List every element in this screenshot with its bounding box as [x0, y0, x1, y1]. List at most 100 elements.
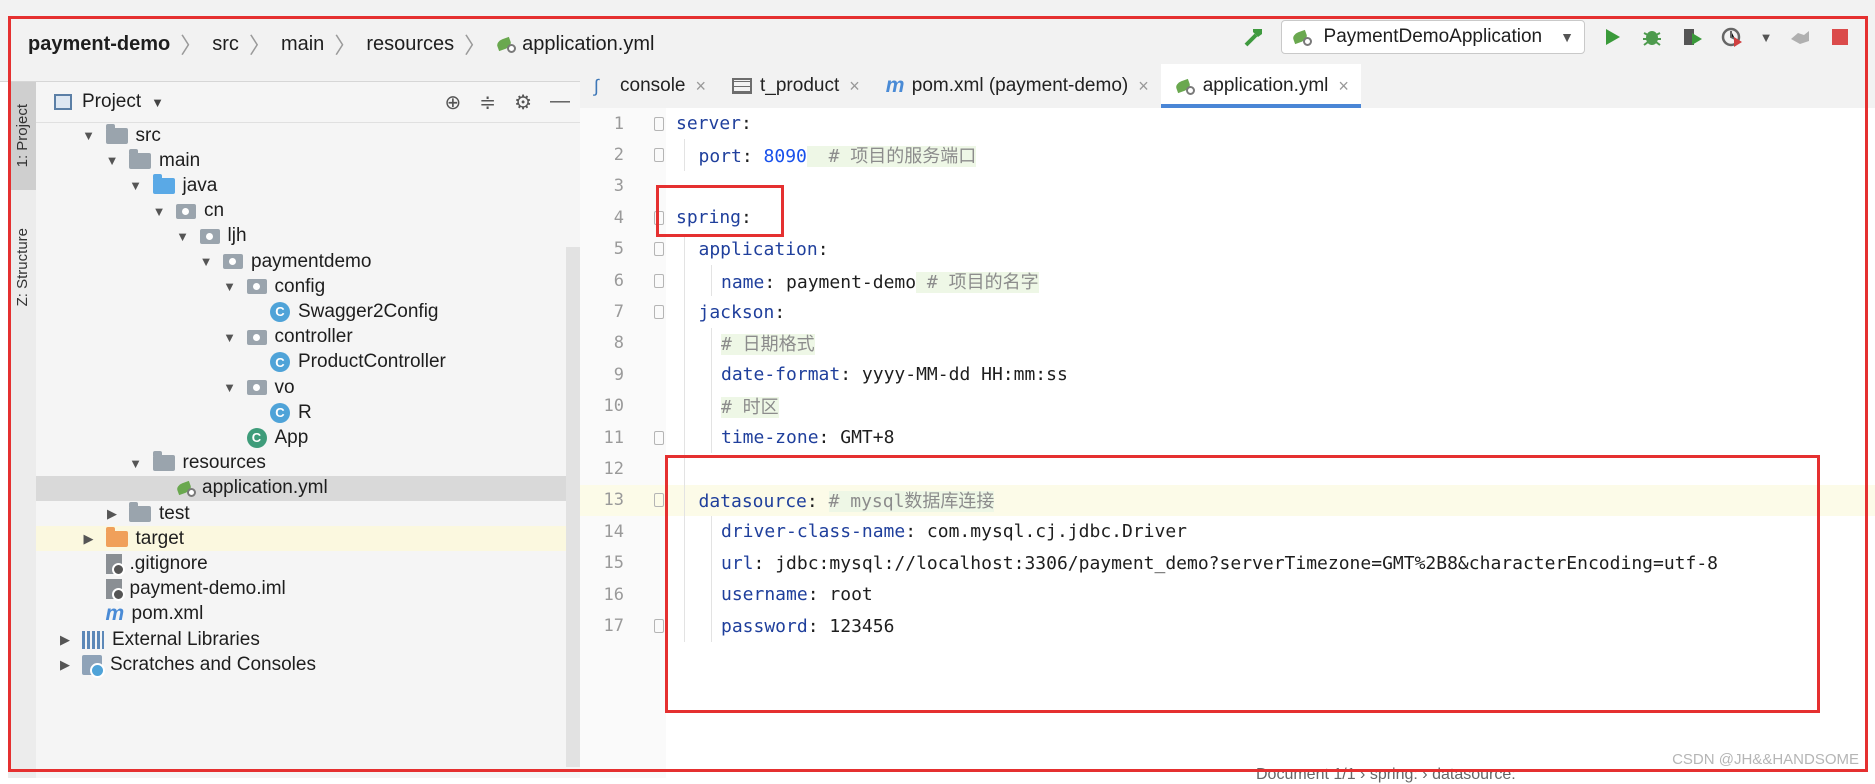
project-scrollbar[interactable]: [566, 247, 580, 767]
yaml-value: GMT+8: [840, 427, 895, 449]
code-line[interactable]: 12: [580, 453, 1875, 484]
tree-item[interactable]: ▼ src: [36, 123, 580, 148]
tree-item[interactable]: ▼ main: [36, 148, 580, 173]
close-icon[interactable]: ×: [849, 76, 860, 97]
chevron-down-icon[interactable]: ▼: [151, 95, 164, 110]
code-line[interactable]: 13 datasource: # mysql数据库连接: [580, 484, 1875, 517]
code-line[interactable]: 14 driver-class-name: com.mysql.cj.jdbc.D…: [580, 516, 1875, 547]
breadcrumb-item[interactable]: application.yml: [522, 33, 654, 56]
fold-marker-icon[interactable]: [654, 148, 664, 163]
tree-item[interactable]: ▼ java: [36, 173, 580, 198]
tree-item[interactable]: ▶ test: [36, 501, 580, 526]
project-panel-title[interactable]: Project: [82, 91, 141, 113]
expand-arrow-icon[interactable]: ▼: [176, 229, 190, 244]
code-editor[interactable]: 1 server: 2 port: 8090 # 项目的服务端口 3 4 spring: 5 a…: [580, 108, 1875, 783]
expand-arrow-icon[interactable]: ▼: [223, 279, 237, 294]
fold-marker-icon[interactable]: [654, 210, 664, 225]
gear-icon[interactable]: ⚙: [514, 90, 532, 115]
tree-item[interactable]: C Swagger2Config: [36, 299, 580, 324]
coverage-icon[interactable]: [1679, 24, 1705, 50]
editor-tab[interactable]: t_product ×: [718, 64, 872, 108]
tree-item[interactable]: ▼ ljh: [36, 224, 580, 249]
expand-arrow-icon[interactable]: ▼: [105, 153, 119, 168]
code-line[interactable]: 4 spring:: [580, 202, 1875, 233]
expand-arrow-icon[interactable]: ▼: [199, 254, 213, 269]
fold-marker-icon[interactable]: [654, 619, 664, 634]
tree-item[interactable]: ▼ config: [36, 274, 580, 299]
collapse-arrow-icon[interactable]: ▶: [58, 632, 72, 648]
code-line[interactable]: 3: [580, 171, 1875, 202]
chevron-down-icon[interactable]: ▼: [1759, 24, 1773, 50]
tree-item[interactable]: ▼ controller: [36, 325, 580, 350]
code-line[interactable]: 9 date-format: yyyy-MM-dd HH:mm:ss: [580, 359, 1875, 390]
code-line[interactable]: 8 # 日期格式: [580, 328, 1875, 359]
tree-item[interactable]: ▼ resources: [36, 451, 580, 476]
breadcrumb-item[interactable]: main: [281, 33, 324, 56]
tree-item[interactable]: application.yml: [36, 475, 580, 501]
code-line[interactable]: 15 url: jdbc:mysql://localhost:3306/payme…: [580, 548, 1875, 579]
expand-arrow-icon[interactable]: ▼: [223, 330, 237, 345]
run-icon[interactable]: [1599, 24, 1625, 50]
tree-item[interactable]: m pom.xml: [36, 602, 580, 627]
expand-arrow-icon[interactable]: ▼: [129, 178, 143, 193]
project-tool-tab[interactable]: 1: Project: [8, 82, 36, 190]
tree-item[interactable]: ▶ Scratches and Consoles: [36, 652, 580, 678]
tree-item[interactable]: payment-demo.iml: [36, 577, 580, 602]
code-text: password: 123456: [721, 616, 894, 637]
debug-icon[interactable]: [1639, 24, 1665, 50]
tree-item[interactable]: C ProductController: [36, 350, 580, 375]
code-line[interactable]: 10 # 时区: [580, 391, 1875, 422]
line-number: 6: [613, 270, 624, 291]
tree-item[interactable]: ▼ paymentdemo: [36, 249, 580, 274]
editor-breadcrumb[interactable]: Document 1/1 › spring: › datasource:: [1256, 766, 1516, 784]
code-line[interactable]: 7 jackson:: [580, 296, 1875, 327]
code-line[interactable]: 5 application:: [580, 234, 1875, 265]
build-hammer-icon[interactable]: [1241, 24, 1267, 50]
tree-item[interactable]: ▼ cn: [36, 199, 580, 224]
editor-tab[interactable]: application.yml ×: [1160, 64, 1362, 108]
editor-tab[interactable]: ∫ console ×: [580, 64, 718, 108]
tree-item[interactable]: ▼ vo: [36, 375, 580, 400]
collapse-arrow-icon[interactable]: ▶: [58, 657, 72, 673]
tree-item[interactable]: ▶ target: [36, 526, 580, 552]
tree-item[interactable]: ▶ External Libraries: [36, 627, 580, 652]
attach-icon[interactable]: [1787, 24, 1813, 50]
run-configuration-selector[interactable]: PaymentDemoApplication ▼: [1280, 20, 1585, 54]
breadcrumb-item[interactable]: payment-demo: [28, 33, 170, 56]
expand-arrow-icon[interactable]: ▼: [223, 380, 237, 395]
code-line[interactable]: 1 server:: [580, 108, 1875, 139]
fold-marker-icon[interactable]: [654, 242, 664, 257]
fold-marker-icon[interactable]: [654, 493, 664, 508]
minimize-icon[interactable]: —: [550, 90, 570, 115]
expand-arrow-icon[interactable]: ▼: [82, 128, 96, 143]
close-icon[interactable]: ×: [1338, 76, 1349, 97]
code-line[interactable]: 6 name: payment-demo # 项目的名字: [580, 265, 1875, 296]
close-icon[interactable]: ×: [696, 76, 707, 97]
tree-item[interactable]: C App: [36, 425, 580, 450]
close-icon[interactable]: ×: [1138, 76, 1149, 97]
locate-icon[interactable]: ⊕: [445, 90, 462, 115]
stop-icon[interactable]: [1827, 24, 1853, 50]
code-line[interactable]: 11 time-zone: GMT+8: [580, 422, 1875, 453]
editor-tab[interactable]: m pom.xml (payment-demo) ×: [872, 64, 1161, 108]
collapse-arrow-icon[interactable]: ▶: [82, 531, 96, 547]
expand-arrow-icon[interactable]: ▼: [129, 456, 143, 471]
tree-item[interactable]: .gitignore: [36, 551, 580, 576]
expand-arrow-icon[interactable]: ▼: [152, 204, 166, 219]
code-text: date-format: yyyy-MM-dd HH:mm:ss: [721, 364, 1068, 385]
breadcrumb-item[interactable]: src: [212, 33, 239, 56]
code-line[interactable]: 17 password: 123456: [580, 610, 1875, 641]
tree-item[interactable]: CR: [36, 400, 580, 425]
fold-marker-icon[interactable]: [654, 305, 664, 320]
profile-icon[interactable]: [1719, 24, 1745, 50]
collapse-all-icon[interactable]: ≑: [479, 90, 496, 115]
fold-marker-icon[interactable]: [654, 273, 664, 288]
structure-tool-tab[interactable]: Z: Structure: [8, 202, 36, 332]
code-line[interactable]: 2 port: 8090 # 项目的服务端口: [580, 139, 1875, 170]
collapse-arrow-icon[interactable]: ▶: [105, 506, 119, 522]
editor-tab-label: application.yml: [1202, 75, 1329, 96]
code-line[interactable]: 16 username: root: [580, 579, 1875, 610]
breadcrumb-item[interactable]: resources: [366, 33, 454, 56]
fold-marker-icon[interactable]: [654, 116, 664, 131]
fold-marker-icon[interactable]: [654, 430, 664, 445]
